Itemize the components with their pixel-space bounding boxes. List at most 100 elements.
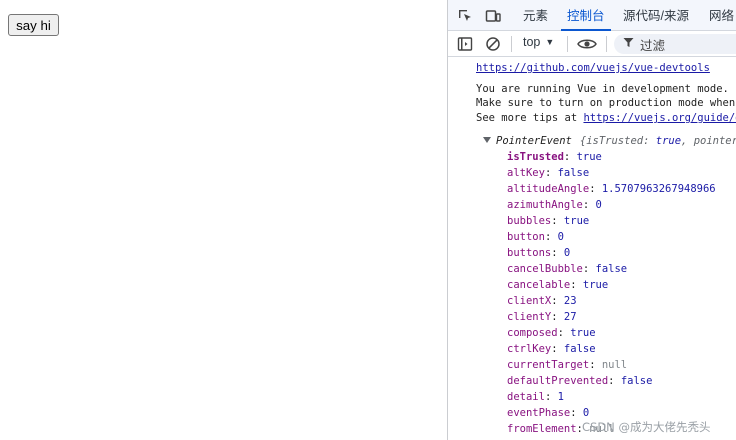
property-value: false — [620, 375, 653, 387]
property-key: cancelable — [507, 279, 571, 291]
object-property-row: button: 0 — [507, 230, 564, 244]
filter-input[interactable]: 过滤 — [614, 34, 736, 54]
property-key: clientY — [507, 311, 552, 323]
toolbar-divider — [511, 36, 512, 52]
property-value: true — [576, 151, 602, 163]
property-key: azimuthAngle — [507, 199, 583, 211]
clear-console-icon[interactable] — [484, 34, 502, 54]
object-property-row: clientX: 23 — [507, 294, 577, 308]
console-message: Make sure to turn on production mode whe… — [476, 97, 736, 109]
watermark: CSDN @成为大佬先秃头 — [582, 420, 711, 434]
property-separator: : — [589, 183, 602, 195]
property-key: ctrlKey — [507, 343, 552, 355]
property-key: bubbles — [507, 215, 552, 227]
object-expander[interactable]: PointerEvent {isTrusted: true, pointerI — [483, 134, 736, 148]
tab-console[interactable]: 控制台 — [561, 0, 610, 31]
property-key: fromElement — [507, 423, 577, 435]
toolbar-divider — [606, 36, 607, 52]
vue-guide-link[interactable]: https://vuejs.org/guide/dep — [583, 112, 736, 124]
property-value: true — [582, 279, 609, 291]
say-hi-button[interactable]: say hi — [8, 14, 59, 36]
filter-placeholder: 过滤 — [640, 38, 666, 53]
eye-icon[interactable] — [576, 34, 598, 54]
object-property-row: ctrlKey: false — [507, 342, 596, 356]
object-property-row: altKey: false — [507, 166, 589, 180]
property-key: eventPhase — [507, 407, 571, 419]
devtools-panel: 元素 控制台 源代码/来源 网络 top ▼ 过滤 https://github… — [447, 0, 736, 440]
object-property-row: bubbles: true — [507, 214, 589, 228]
object-property-row: cancelBubble: false — [507, 262, 627, 276]
property-value: false — [557, 167, 590, 179]
page-viewport: say hi — [0, 0, 447, 440]
property-value: false — [595, 263, 628, 275]
property-value: 0 — [595, 199, 602, 211]
property-separator: : — [551, 343, 564, 355]
property-separator: : — [551, 311, 564, 323]
toolbar-divider — [567, 36, 568, 52]
console-toolbar: top ▼ 过滤 — [448, 31, 736, 57]
property-separator: : — [582, 199, 596, 211]
property-separator: : — [551, 295, 564, 307]
console-message: You are running Vue in development mode. — [476, 83, 729, 95]
object-property-row: cancelable: true — [507, 278, 608, 292]
property-value: 23 — [563, 295, 577, 307]
property-key: defaultPrevented — [507, 375, 609, 387]
tips-text: See more tips at — [476, 112, 584, 124]
object-preview: {isTrusted: true, pointerI — [579, 135, 736, 147]
property-key: altKey — [507, 167, 545, 179]
object-property-row: isTrusted: true — [507, 150, 602, 164]
property-key: detail — [507, 391, 545, 403]
property-value: 1 — [557, 391, 564, 403]
property-separator: : — [582, 263, 596, 275]
property-separator: : — [551, 247, 564, 259]
devtools-link[interactable]: https://github.com/vuejs/vue-devtools — [476, 61, 710, 75]
property-key: composed — [507, 327, 558, 339]
property-value: 0 — [582, 407, 590, 419]
property-key: clientX — [507, 295, 552, 307]
filter-icon — [623, 35, 634, 53]
devtools-tabbar: 元素 控制台 源代码/来源 网络 — [448, 0, 736, 31]
object-property-row: defaultPrevented: false — [507, 374, 652, 388]
tab-network[interactable]: 网络 — [709, 0, 734, 31]
property-value: 0 — [563, 247, 571, 259]
caret-down-icon: ▼ — [545, 37, 555, 47]
property-key: currentTarget — [507, 359, 590, 371]
sidebar-toggle-icon[interactable] — [456, 34, 474, 54]
property-key: button — [507, 231, 545, 243]
property-separator: : — [608, 375, 621, 387]
tab-elements[interactable]: 元素 — [523, 0, 548, 31]
object-property-row: buttons: 0 — [507, 246, 570, 260]
property-separator: : — [570, 279, 583, 291]
inspect-element-icon[interactable] — [455, 6, 475, 26]
console-message: See more tips at https://vuejs.org/guide… — [476, 111, 736, 125]
object-property-row: composed: true — [507, 326, 596, 340]
context-label: top — [523, 35, 541, 49]
property-value: false — [563, 343, 596, 355]
device-toolbar-icon[interactable] — [483, 6, 503, 26]
object-property-row: eventPhase: 0 — [507, 406, 589, 420]
object-property-row: clientY: 27 — [507, 310, 577, 324]
object-property-row: azimuthAngle: 0 — [507, 198, 602, 212]
property-separator: : — [557, 327, 571, 339]
property-value: true — [563, 215, 590, 227]
property-key: buttons — [507, 247, 552, 259]
property-separator: : — [551, 215, 564, 227]
property-key: cancelBubble — [507, 263, 583, 275]
property-value: true — [570, 327, 596, 339]
property-separator: : — [563, 151, 577, 163]
object-property-row: detail: 1 — [507, 390, 564, 404]
property-value: 0 — [557, 231, 564, 243]
console-output: https://github.com/vuejs/vue-devtools Yo… — [448, 57, 736, 440]
object-property-row: altitudeAngle: 1.5707963267948966 — [507, 182, 716, 196]
object-class-name: PointerEvent — [496, 135, 572, 147]
property-separator: : — [544, 167, 558, 179]
property-separator: : — [544, 391, 558, 403]
context-selector[interactable]: top ▼ — [523, 35, 554, 49]
object-property-row: currentTarget: null — [507, 358, 627, 372]
tab-sources[interactable]: 源代码/来源 — [623, 0, 689, 31]
property-key: altitudeAngle — [507, 183, 590, 195]
property-value: 27 — [563, 311, 577, 323]
expand-triangle-icon[interactable] — [483, 137, 491, 143]
property-separator: : — [544, 231, 558, 243]
property-key: isTrusted — [507, 151, 564, 163]
